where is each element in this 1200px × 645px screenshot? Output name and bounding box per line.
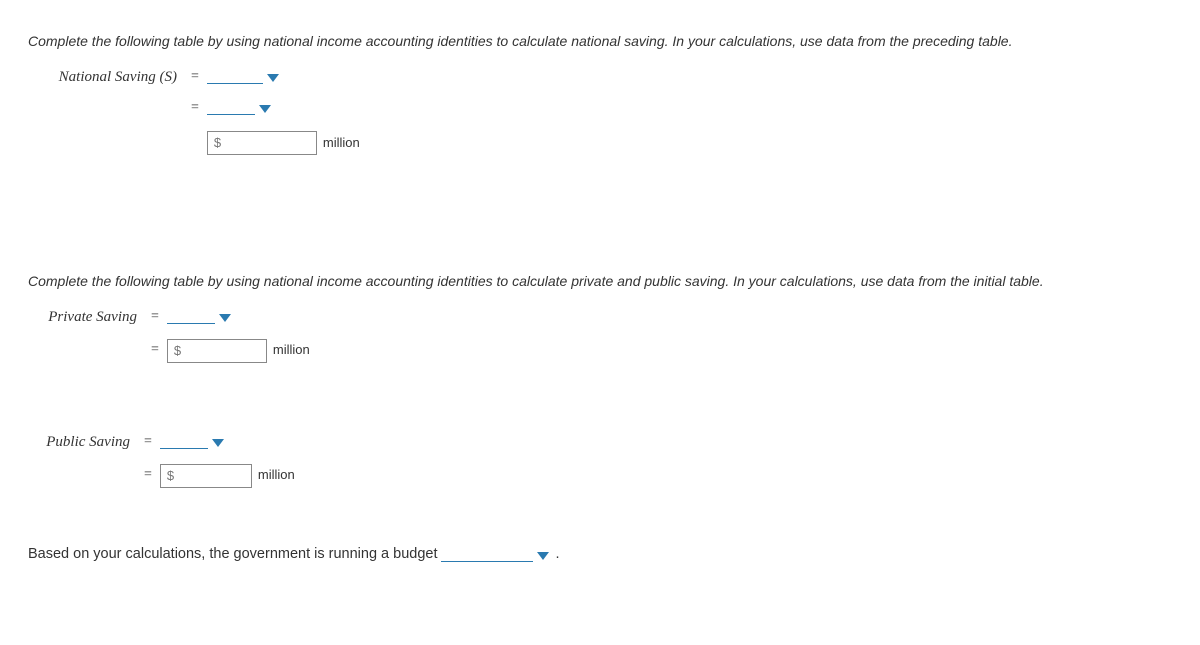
public-saving-block: Public Saving = = million [28,426,1172,491]
unit-label: million [323,131,360,156]
instruction-1: Complete the following table by using na… [28,28,1172,55]
national-saving-block: National Saving (S) = = = million [28,61,1172,159]
equals-sign: = [136,462,160,489]
public-saving-label: Public Saving [28,428,136,457]
national-saving-dropdown-2[interactable] [207,101,271,115]
national-saving-dropdown-1[interactable] [207,70,279,84]
private-saving-label: Private Saving [28,303,143,332]
public-saving-input[interactable] [160,464,252,488]
unit-label: million [258,463,295,488]
equals-sign: = [143,337,167,364]
budget-dropdown[interactable] [441,548,549,562]
chevron-down-icon [219,314,231,322]
private-saving-dropdown[interactable] [167,310,231,324]
private-saving-block: Private Saving = = million [28,301,1172,366]
chevron-down-icon [259,105,271,113]
national-saving-input[interactable] [207,131,317,155]
equals-sign: = [143,304,167,331]
unit-label: million [273,338,310,363]
chevron-down-icon [537,552,549,560]
equals-sign: = [136,429,160,456]
private-saving-input[interactable] [167,339,267,363]
instruction-2: Complete the following table by using na… [28,268,1172,295]
final-sentence: Based on your calculations, the governme… [28,541,1172,569]
equals-sign: = [183,95,207,122]
final-text-before: Based on your calculations, the governme… [28,541,437,569]
national-saving-label: National Saving (S) [28,63,183,92]
public-saving-dropdown[interactable] [160,435,224,449]
chevron-down-icon [212,439,224,447]
chevron-down-icon [267,74,279,82]
equals-sign: = [183,64,207,91]
final-period: . [555,541,559,569]
